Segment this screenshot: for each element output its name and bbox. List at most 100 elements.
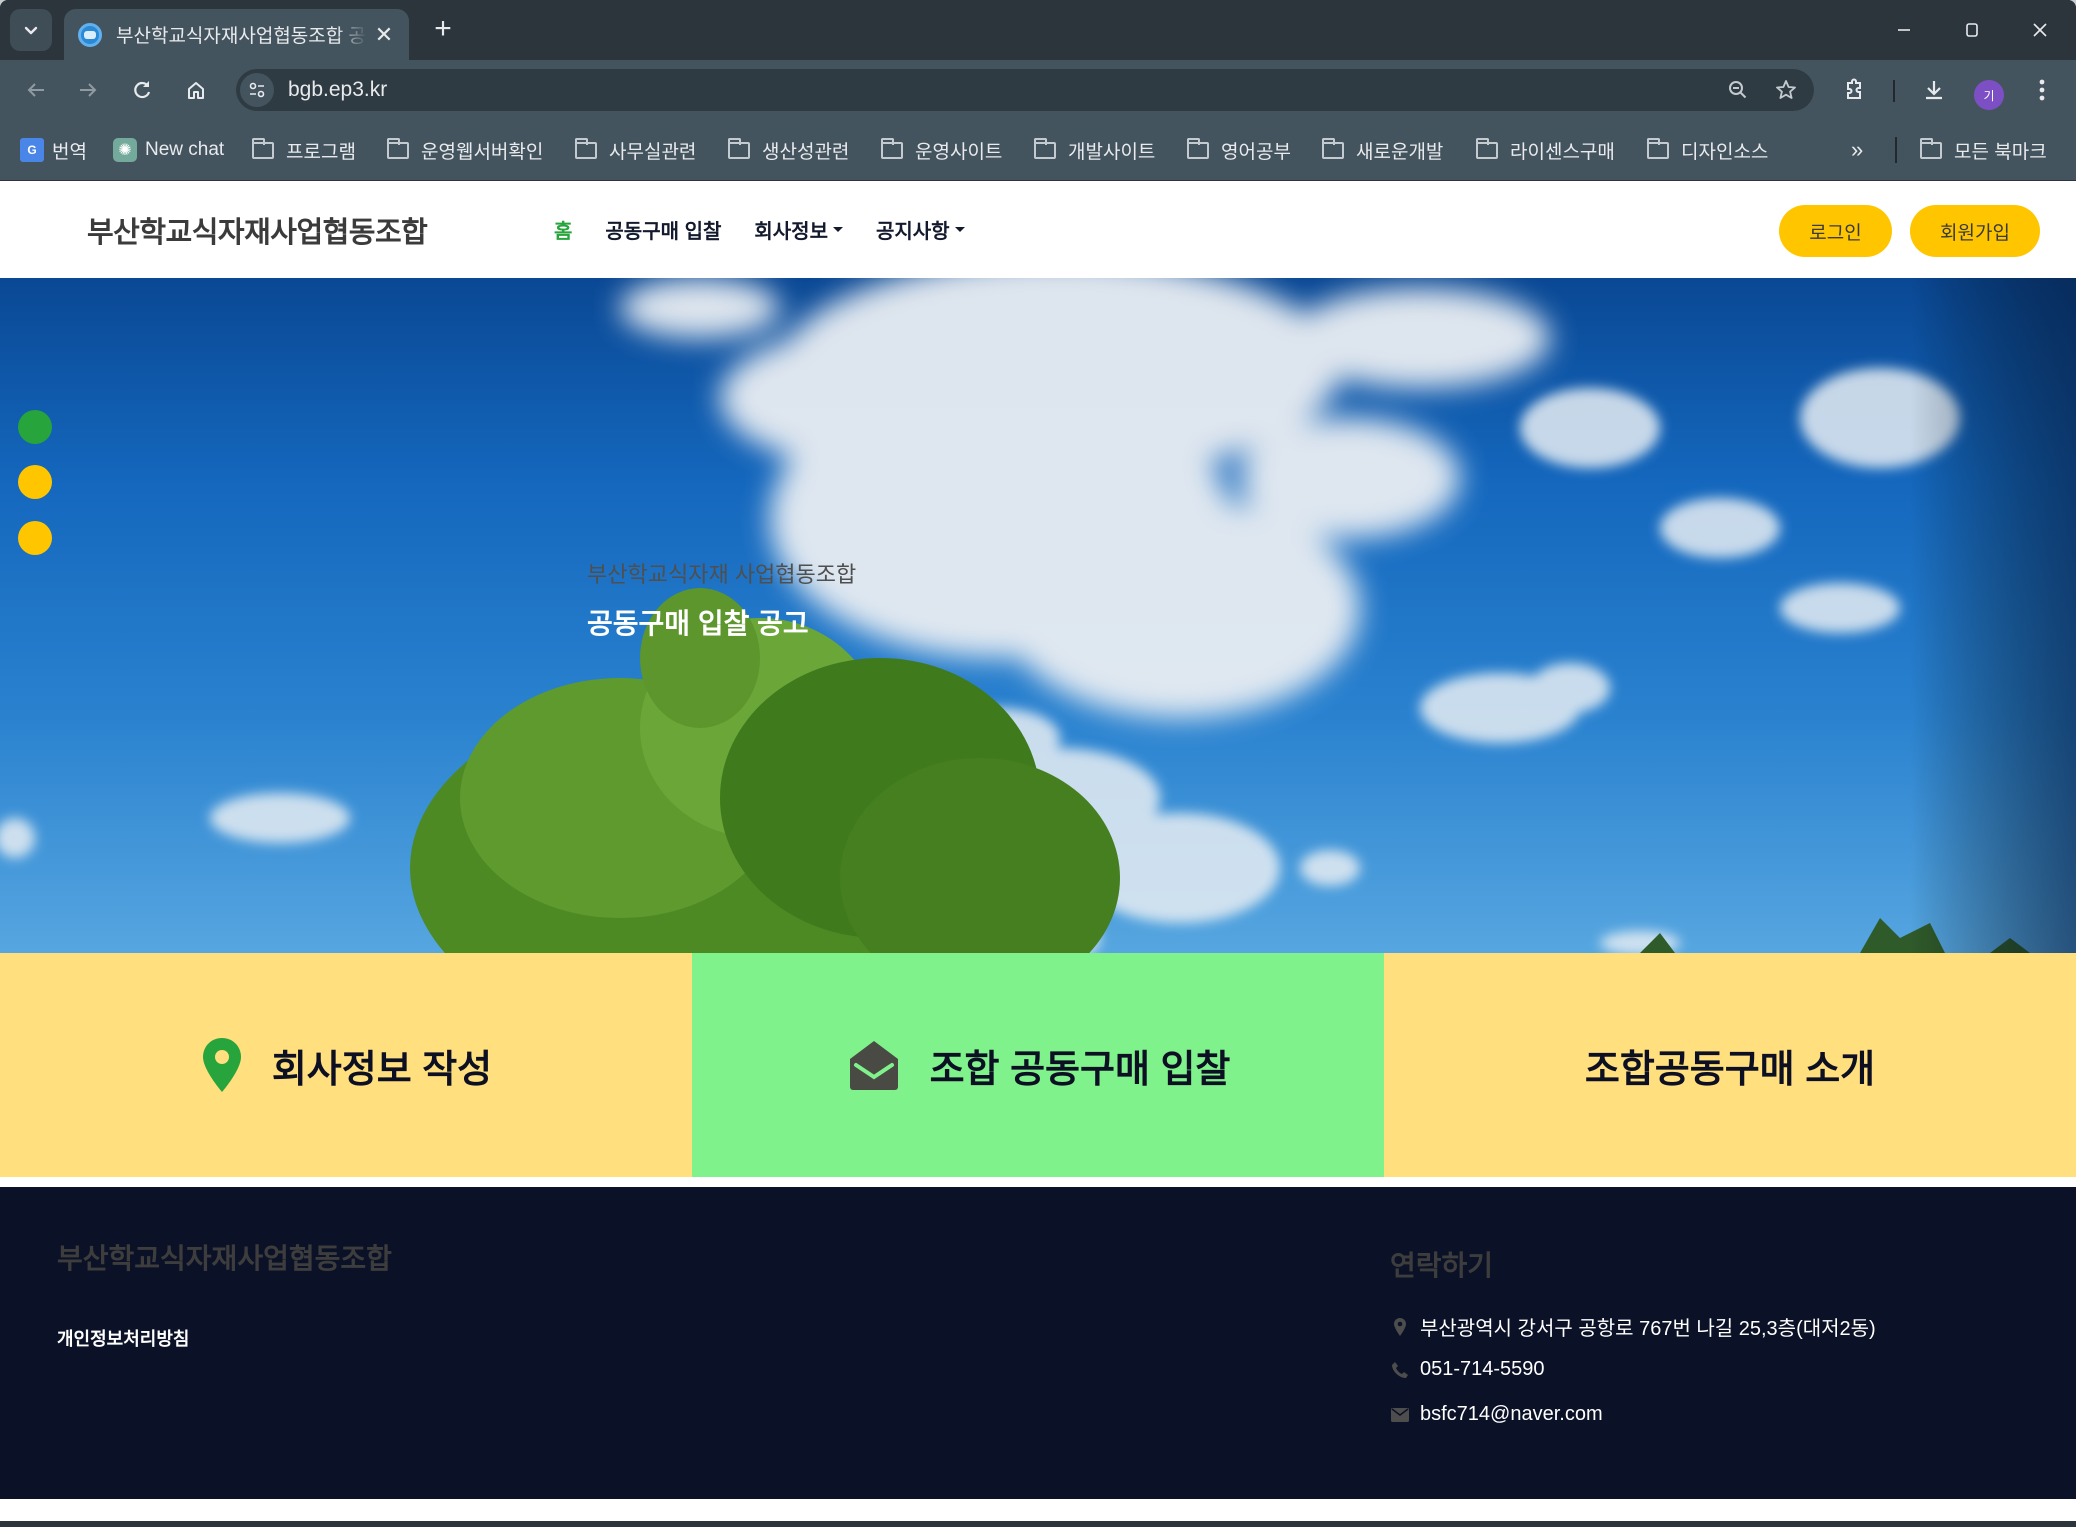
contact-address: 부산광역시 강서구 공항로 767번 나길 25,3층(대저2동) [1390, 1312, 1876, 1341]
page-viewport: 부산학교식자재사업협동조합 홈 공동구매 입찰 회사정보 공지사항 로그인 회원… [0, 181, 2076, 1521]
bookmarks-overflow-button[interactable]: » [1851, 132, 1863, 168]
address-bar[interactable]: bgb.ep3.kr [236, 69, 1814, 111]
puzzle-icon [1847, 78, 1861, 99]
nav-label: 공동구매 입찰 [605, 221, 722, 243]
slide-indicator-2[interactable] [18, 465, 52, 499]
maximize-icon [1966, 23, 1978, 37]
forward-button[interactable] [68, 70, 108, 110]
bookmark-item[interactable]: ✺ New chat [113, 132, 224, 168]
nav-notices[interactable]: 공지사항 [876, 215, 965, 244]
home-button[interactable] [176, 70, 216, 110]
folder-icon [728, 137, 750, 159]
bookmark-folder[interactable]: 운영웹서버확인 [387, 132, 543, 168]
bookmark-folder[interactable]: 디자인소스 [1647, 132, 1768, 168]
toolbar-divider [1893, 80, 1895, 102]
back-button[interactable] [16, 70, 56, 110]
tab-search-button[interactable] [10, 9, 52, 51]
nav-label: 홈 [554, 221, 573, 243]
all-bookmarks-folder[interactable]: 모든 북마크 [1920, 132, 2047, 168]
star-icon [1776, 80, 1796, 99]
bookmark-item[interactable]: G 번역 [20, 132, 87, 168]
browser-tab-active[interactable]: 부산학교식자재사업협동조합 공동구매 입찰 공고 ✕ [64, 9, 409, 60]
profile-avatar[interactable]: 기 [1974, 80, 2004, 110]
privacy-policy-link[interactable]: 개인정보처리방침 [57, 1325, 189, 1351]
feature-group-purchase-bid[interactable]: 조합 공동구매 입찰 [692, 953, 1384, 1177]
maximize-button[interactable] [1944, 10, 2000, 50]
bookmark-label: 디자인소스 [1681, 141, 1769, 163]
bookmark-star-button[interactable] [1766, 70, 1806, 110]
feature-label: 조합공동구매 소개 [1584, 1048, 1876, 1091]
contact-heading: 연락하기 [1390, 1250, 1494, 1281]
url-text[interactable]: bgb.ep3.kr [288, 78, 1718, 102]
bookmark-folder[interactable]: 프로그램 [252, 132, 356, 168]
address-text: 부산광역시 강서구 공항로 767번 나길 25,3층(대저2동) [1420, 1318, 1876, 1340]
site-logo[interactable]: 부산학교식자재사업협동조합 [87, 209, 428, 251]
email-text[interactable]: bsfc714@naver.com [1420, 1403, 1603, 1426]
downloads-button[interactable] [1914, 70, 1954, 110]
browser-menu-button[interactable] [2022, 70, 2062, 110]
close-window-button[interactable] [2012, 10, 2068, 50]
reload-icon [134, 81, 151, 99]
slide-indicator-1[interactable] [18, 410, 52, 444]
bookmark-label: 새로운개발 [1356, 141, 1444, 163]
bookmark-label: 영어공부 [1221, 141, 1291, 163]
bookmark-folder[interactable]: 운영사이트 [881, 132, 1002, 168]
folder-icon [1647, 137, 1669, 159]
bookmark-label: 운영사이트 [915, 141, 1003, 163]
zoom-out-button[interactable] [1718, 70, 1758, 110]
caret-down-icon [954, 227, 965, 232]
minimize-button[interactable] [1876, 10, 1932, 50]
signup-button[interactable]: 회원가입 [1910, 205, 2040, 257]
nav-company-info[interactable]: 회사정보 [754, 215, 843, 244]
site-footer: 부산학교식자재사업협동조합 개인정보처리방침 연락하기 부산광역시 강서구 공항… [0, 1187, 2076, 1499]
bookmarks-bar: G 번역 ✺ New chat 프로그램 운영웹서버확인 사무실관련 생산성관련… [0, 120, 2076, 180]
envelope-icon [1390, 1407, 1410, 1422]
arrow-right-icon [80, 83, 97, 97]
hero-title: 공동구매 입찰 공고 [587, 608, 809, 639]
more-vertical-icon [2039, 79, 2045, 101]
phone-text[interactable]: 051-714-5590 [1420, 1358, 1545, 1381]
folder-icon [252, 137, 274, 159]
bookmark-label: 라이센스구매 [1510, 141, 1615, 163]
map-marker-icon [200, 1036, 244, 1094]
nav-group-purchase-bid[interactable]: 공동구매 입찰 [605, 215, 721, 244]
extensions-button[interactable] [1834, 70, 1874, 110]
slide-indicator-3[interactable] [18, 521, 52, 555]
folder-icon [575, 137, 597, 159]
bookmark-folder[interactable]: 라이센스구매 [1476, 132, 1615, 168]
site-info-button[interactable] [240, 73, 274, 107]
site-header: 부산학교식자재사업협동조합 홈 공동구매 입찰 회사정보 공지사항 로그인 회원… [0, 181, 2076, 278]
bookmark-folder[interactable]: 영어공부 [1187, 132, 1291, 168]
bookmark-label: 번역 [52, 141, 87, 163]
nav-label: 공지사항 [875, 221, 950, 243]
feature-strip: 회사정보 작성 조합 공동구매 입찰 조합공동구매 소개 [0, 953, 2076, 1177]
hero-background-image [0, 278, 2076, 953]
nav-label: 회사정보 [754, 221, 828, 243]
home-icon [188, 82, 204, 99]
bookmark-label: 운영웹서버확인 [421, 141, 544, 163]
google-translate-icon: G [20, 138, 44, 162]
zoom-out-icon [1729, 81, 1747, 99]
bookmark-label: 개발사이트 [1068, 141, 1156, 163]
hero-subtitle: 부산학교식자재 사업협동조합 [587, 562, 857, 587]
bookmark-folder[interactable]: 새로운개발 [1322, 132, 1443, 168]
folder-icon [881, 137, 903, 159]
folder-icon [1034, 137, 1056, 159]
caret-down-icon [832, 227, 843, 232]
bookmark-folder[interactable]: 사무실관련 [575, 132, 696, 168]
tab-close-icon[interactable]: ✕ [373, 22, 395, 48]
tune-icon [249, 82, 265, 98]
bookmark-folder[interactable]: 개발사이트 [1034, 132, 1155, 168]
bookmark-folder[interactable]: 생산성관련 [728, 132, 849, 168]
reload-button[interactable] [122, 70, 162, 110]
minimize-icon [1898, 29, 1910, 31]
new-tab-button[interactable]: + [425, 12, 461, 48]
folder-icon [1322, 137, 1344, 159]
login-button[interactable]: 로그인 [1779, 205, 1892, 257]
feature-intro[interactable]: 조합공동구매 소개 [1384, 953, 2076, 1177]
footer-brand: 부산학교식자재사업협동조합 [57, 1243, 392, 1274]
nav-home[interactable]: 홈 [554, 215, 572, 244]
feature-company-info[interactable]: 회사정보 작성 [0, 953, 692, 1177]
download-icon [1926, 81, 1942, 100]
close-icon [2033, 23, 2047, 37]
